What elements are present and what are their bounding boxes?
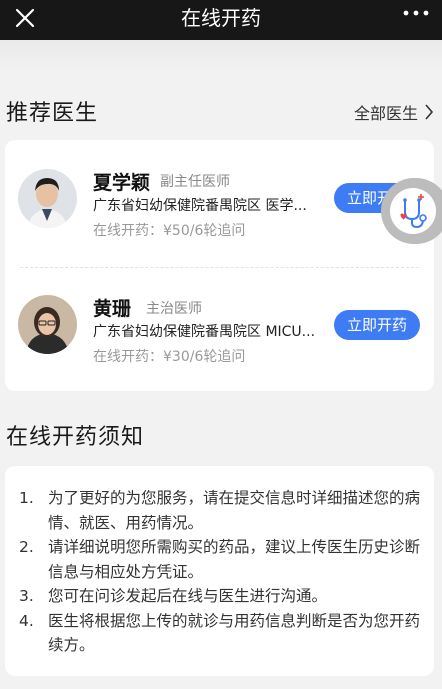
notice-number: 4. (19, 611, 34, 630)
notice-title: 在线开药须知 (6, 425, 145, 450)
doctor-price: 在线开药：¥50/6轮追问 (93, 223, 246, 239)
notice-card: 1. 为了更好的为您服务，请在提交信息时详细描述您的病情、就医、用药情况。 2. 请… (5, 466, 434, 676)
notice-item: 4. 医生将根据您上传的就诊与用药信息判断是否为您开药续方。 (19, 609, 424, 658)
notice-number: 2. (19, 538, 34, 556)
notice-item: 2. 请详细说明您所需购买的药品，建议上传医生历史诊断信息与相应处方凭证。 (19, 535, 424, 584)
notice-list: 1. 为了更好的为您服务，请在提交信息时详细描述您的病情、就医、用药情况。 2. 请… (19, 486, 424, 658)
doctor-name: 黄珊 (93, 298, 132, 320)
notice-text: 为了更好的为您服务，请在提交信息时详细描述您的病情、就医、用药情况。 (48, 489, 421, 532)
prescribe-button[interactable]: 立即开药 (334, 310, 420, 340)
doctor-list-card: 夏学颖 副主任医师 广东省妇幼保健院番禺院区 医学... 在线开药：¥50/6轮… (5, 140, 434, 391)
doctor-avatar (18, 295, 77, 354)
doctor-name: 夏学颖 (93, 172, 151, 194)
floating-assistant-button[interactable] (381, 178, 442, 244)
more-icon[interactable] (402, 8, 430, 18)
notice-text: 请详细说明您所需购买的药品，建议上传医生历史诊断信息与相应处方凭证。 (48, 538, 421, 581)
notice-number: 3. (19, 587, 34, 605)
notice-number: 1. (19, 489, 34, 507)
notice-text: 您可在问诊发起后在线与医生进行沟通。 (48, 587, 328, 605)
doctor-price: 在线开药：¥30/6轮追问 (93, 349, 246, 365)
top-bar: 在线开药 (0, 0, 442, 40)
notice-text: 医生将根据您上传的就诊与用药信息判断是否为您开药续方。 (48, 611, 421, 655)
doctor-title: 主治医师 (146, 301, 202, 317)
doctor-assistant-icon (390, 188, 436, 234)
doctor-avatar (18, 169, 77, 228)
doctor-item[interactable]: 黄珊 主治医师 广东省妇幼保健院番禺院区 MICU... 在线开药：¥30/6轮… (5, 268, 434, 378)
doctor-hospital: 广东省妇幼保健院番禺院区 医学... (93, 198, 307, 214)
header-shadow (0, 40, 442, 70)
notice-item: 3. 您可在问诊发起后在线与医生进行沟通。 (19, 584, 424, 609)
doctor-hospital: 广东省妇幼保健院番禺院区 MICU... (93, 324, 316, 340)
doctor-item[interactable]: 夏学颖 副主任医师 广东省妇幼保健院番禺院区 医学... 在线开药：¥50/6轮… (5, 140, 434, 250)
recommend-title: 推荐医生 (6, 101, 99, 126)
chevron-right-icon (425, 104, 434, 120)
all-doctors-link[interactable]: 全部医生 (354, 100, 434, 124)
notice-item: 1. 为了更好的为您服务，请在提交信息时详细描述您的病情、就医、用药情况。 (19, 486, 424, 535)
page-title: 在线开药 (181, 6, 261, 30)
all-doctors-label: 全部医生 (353, 104, 418, 123)
doctor-title: 副主任医师 (160, 174, 230, 190)
